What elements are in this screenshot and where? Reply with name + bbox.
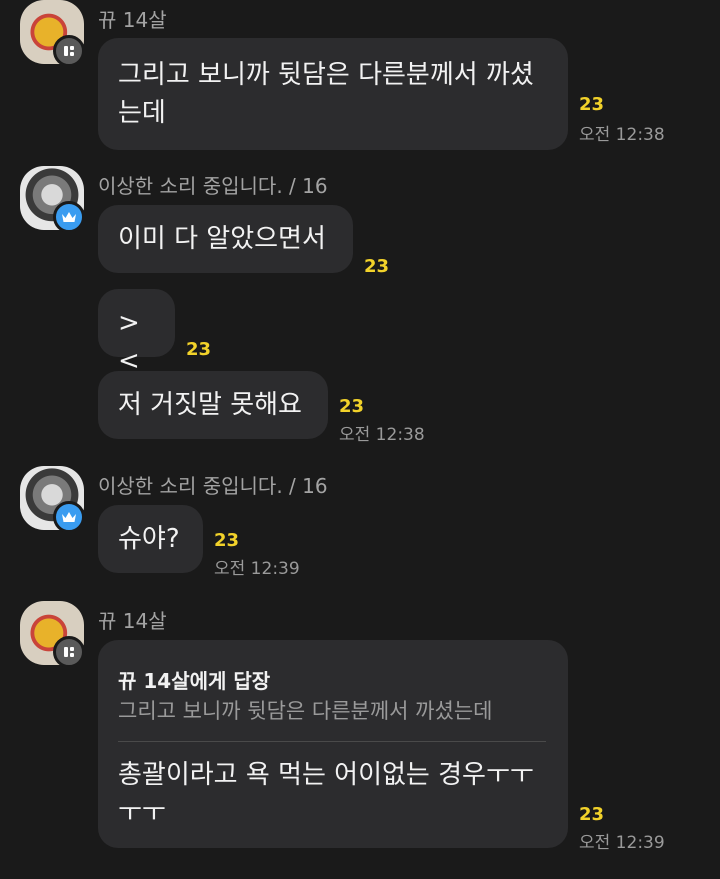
crown-icon <box>53 501 85 533</box>
reply-bubble[interactable]: 뀨 14살에게 답장 그리고 보니까 뒷담은 다른분께서 까셨는데 총괄이라고 … <box>98 640 568 848</box>
message-text: 그리고 보니까 뒷담은 다른분께서 까셨는데 <box>118 60 534 128</box>
message-bubble[interactable]: 저 거짓말 못해요 <box>98 371 328 439</box>
reply-quote[interactable]: 그리고 보니까 뒷담은 다른분께서 까셨는데 <box>118 692 492 730</box>
manager-icon <box>53 636 85 668</box>
message-time: 오전 12:38 <box>579 125 665 145</box>
reply-divider <box>118 741 546 742</box>
message-text: >< <box>118 308 140 376</box>
message-bubble[interactable]: >< <box>98 289 175 376</box>
unread-count: 23 <box>579 804 605 825</box>
message-text: 이미 다 알았으면서 <box>118 224 326 254</box>
unread-count: 23 <box>579 94 605 115</box>
message-text: 슈야? <box>118 524 180 554</box>
sender-name: 뀨 14살 <box>98 609 167 633</box>
message-text: 총괄이라고 욕 먹는 어이없는 경우ㅜㅜㅜㅜ <box>118 760 534 828</box>
message-text: 저 거짓말 못해요 <box>118 390 302 420</box>
crown-icon <box>53 201 85 233</box>
message-time: 오전 12:39 <box>579 833 665 853</box>
message-bubble[interactable]: 그리고 보니까 뒷담은 다른분께서 까셨는데 <box>98 38 568 150</box>
unread-count: 23 <box>186 339 212 360</box>
manager-icon <box>53 35 85 67</box>
message-bubble[interactable]: 이미 다 알았으면서 <box>98 205 353 273</box>
message-time: 오전 12:39 <box>214 559 300 579</box>
unread-count: 23 <box>339 396 365 417</box>
unread-count: 23 <box>364 256 390 277</box>
unread-count: 23 <box>214 530 240 551</box>
message-bubble[interactable]: 슈야? <box>98 505 203 573</box>
sender-name: 이상한 소리 중입니다. / 16 <box>98 174 328 198</box>
message-time: 오전 12:38 <box>339 425 425 445</box>
sender-name: 뀨 14살 <box>98 8 167 32</box>
sender-name: 이상한 소리 중입니다. / 16 <box>98 474 328 498</box>
